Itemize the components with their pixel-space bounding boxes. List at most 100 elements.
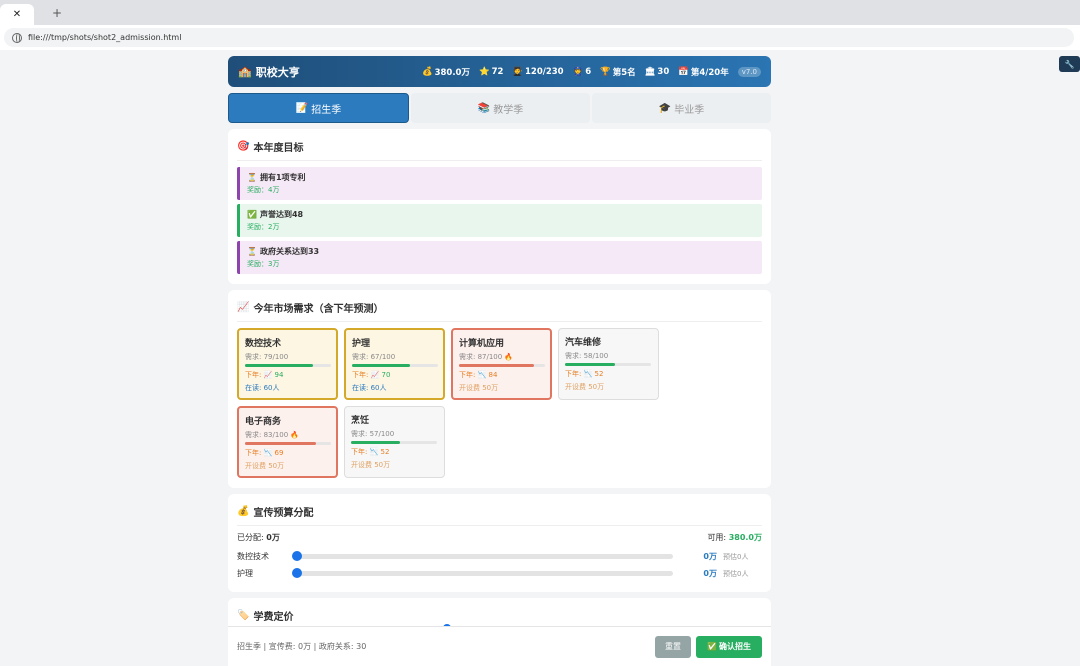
url-text: file:///tmp/shots/shot2_admission.html	[28, 33, 182, 42]
demand-bar	[565, 363, 651, 366]
reputation-value: 72	[491, 66, 504, 77]
stat-rank: 🏆 第5名	[600, 66, 636, 78]
market-item[interactable]: 电子商务 需求: 83/100 🔥 下年: 📉 69 开设费 50万	[237, 406, 338, 478]
action-footer: 招生季 | 宣传费: 0万 | 政府关系: 30 重置 ✅ 确认招生	[228, 626, 771, 666]
next-year: 下年: 📉 52	[351, 448, 390, 456]
slider-thumb[interactable]	[292, 551, 302, 561]
market-item[interactable]: 护理 需求: 67/100 下年: 📈 70 在读: 60人	[344, 328, 445, 400]
goal-name: 声誉达到48	[259, 210, 304, 219]
stat-students: 🧑‍🎓 120/230	[512, 67, 563, 77]
new-tab-icon[interactable]: +	[50, 5, 64, 21]
next-year: 下年: 📈 70	[352, 371, 391, 379]
market-item[interactable]: 烹饪 需求: 57/100 下年: 📉 52 开设费 50万	[344, 406, 445, 478]
tab-label: 毕业季	[674, 104, 705, 116]
tab-teaching[interactable]: 📚 教学季	[411, 93, 590, 123]
goals-title-text: 本年度目标	[253, 143, 304, 154]
slider-label: 数控技术	[237, 552, 269, 561]
teacher-icon: 👮	[572, 66, 584, 77]
slider-estimate: 预估0人	[723, 569, 749, 578]
tab-label: 教学季	[493, 104, 524, 116]
major-name: 护理	[352, 339, 371, 349]
trend-down-icon: 📉	[263, 449, 273, 457]
app-title: 🏫 职校大亨	[238, 64, 300, 80]
school-icon: 🏫	[238, 65, 252, 78]
next-year: 下年: 📈 94	[245, 371, 284, 379]
confirm-admission-button[interactable]: ✅ 确认招生	[696, 635, 762, 658]
open-cost: 开设费 50万	[245, 462, 285, 470]
calendar-icon: 📅	[678, 66, 689, 77]
budget-slider-row: 数控技术 0万 预估0人	[237, 548, 762, 565]
app-header: 🏫 职校大亨 💰 380.0万 ⭐ 72 🧑‍🎓 120/230 👮 6 🏆 第5名 🏛 3…	[228, 56, 771, 87]
demand-text: 需求: 58/100	[565, 352, 609, 360]
tab-admission[interactable]: 📝 招生季	[228, 93, 409, 123]
reset-button[interactable]: 重置	[655, 635, 691, 658]
gov-value: 30	[657, 66, 670, 77]
market-item[interactable]: 数控技术 需求: 79/100 下年: 📈 94 在读: 60人	[237, 328, 338, 400]
market-item[interactable]: 计算机应用 需求: 87/100 🔥 下年: 📉 84 开设费 50万	[451, 328, 552, 400]
demand-bar	[352, 364, 438, 367]
slider-value: 0万	[703, 552, 717, 561]
major-name: 汽车维修	[565, 338, 602, 348]
major-name: 数控技术	[245, 339, 282, 349]
market-item[interactable]: 汽车维修 需求: 58/100 下年: 📉 52 开设费 50万	[558, 328, 659, 400]
tuition-title-text: 学费定价	[253, 612, 294, 623]
students-value: 120/230	[525, 66, 564, 77]
goals-title: 🎯 本年度目标	[237, 139, 762, 161]
demand-fill	[245, 442, 317, 445]
enrolled-count: 在读: 60人	[352, 384, 387, 392]
market-title-text: 今年市场需求（含下年预测）	[253, 304, 384, 315]
goal-item: ⏳ 拥有1项专利 奖励：4万	[237, 167, 762, 200]
money-bag-icon: 💰	[237, 506, 250, 517]
demand-text: 需求: 67/100	[352, 353, 396, 361]
url-field[interactable]: file:///tmp/shots/shot2_admission.html	[4, 28, 1074, 47]
stat-teachers: 👮 6	[573, 67, 592, 77]
footer-status: 招生季 | 宣传费: 0万 | 政府关系: 30	[237, 642, 367, 651]
budget-title-text: 宣传预算分配	[253, 508, 314, 519]
stat-gov: 🏛 30	[645, 67, 670, 77]
wrench-icon[interactable]: 🔧	[1059, 56, 1080, 72]
browser-tab[interactable]: ✕	[0, 4, 34, 25]
budget-title: 💰 宣传预算分配	[237, 504, 762, 526]
open-cost: 开设费 50万	[565, 383, 605, 391]
demand-fill	[565, 363, 615, 366]
demand-text: 需求: 79/100	[245, 353, 289, 361]
trend-up-icon: 📈	[263, 371, 273, 379]
enrolled-count: 在读: 60人	[245, 384, 280, 392]
tab-graduation[interactable]: 🎓 毕业季	[592, 93, 771, 123]
slider-thumb[interactable]	[292, 568, 302, 578]
stat-money: 💰 380.0万	[422, 66, 470, 78]
demand-text: 需求: 83/100 🔥	[245, 431, 300, 439]
goal-reward: 奖励：4万	[247, 186, 280, 194]
demand-fill	[459, 364, 534, 367]
available: 可用: 380.0万	[707, 533, 762, 542]
budget-slider[interactable]	[292, 568, 673, 578]
trophy-icon: 🏆	[600, 66, 611, 77]
hourglass-icon: ⏳	[247, 247, 257, 256]
app: 🏫 职校大亨 💰 380.0万 ⭐ 72 🧑‍🎓 120/230 👮 6 🏆 第5名 🏛 3…	[228, 56, 771, 638]
price-tag-icon: 🏷️	[237, 610, 250, 621]
money-value: 380.0万	[434, 67, 470, 78]
student-icon: 🧑‍🎓	[512, 66, 523, 77]
market-grid: 数控技术 需求: 79/100 下年: 📈 94 在读: 60人 护理 需求: …	[237, 328, 762, 478]
demand-text: 需求: 87/100 🔥	[459, 353, 514, 361]
budget-slider[interactable]	[292, 551, 673, 561]
memo-icon: 📝	[295, 102, 309, 114]
confirm-label: 确认招生	[718, 642, 751, 651]
government-icon: 🏛	[644, 66, 656, 77]
globe-icon	[12, 32, 22, 43]
year-value: 第4/20年	[690, 67, 729, 78]
major-name: 烹饪	[351, 416, 370, 426]
version-badge: v7.0	[737, 66, 761, 77]
demand-fill	[245, 364, 313, 367]
budget-card: 💰 宣传预算分配 已分配: 0万 可用: 380.0万 数控技术 0万 预估0人…	[228, 494, 771, 592]
stat-reputation: ⭐ 72	[479, 67, 503, 77]
trend-down-icon: 📉	[369, 448, 379, 456]
target-icon: 🎯	[237, 141, 250, 152]
market-card: 📈 今年市场需求（含下年预测） 数控技术 需求: 79/100 下年: 📈 94…	[228, 290, 771, 488]
major-name: 电子商务	[245, 417, 282, 427]
check-icon: ✅	[247, 210, 257, 219]
books-icon: 📚	[477, 102, 491, 114]
allocated: 已分配: 0万	[237, 533, 280, 542]
goals-card: 🎯 本年度目标 ⏳ 拥有1项专利 奖励：4万 ✅ 声誉达到48 奖励：2万 ⏳ 政府关…	[228, 129, 771, 284]
close-tab-icon[interactable]: ✕	[13, 9, 21, 20]
